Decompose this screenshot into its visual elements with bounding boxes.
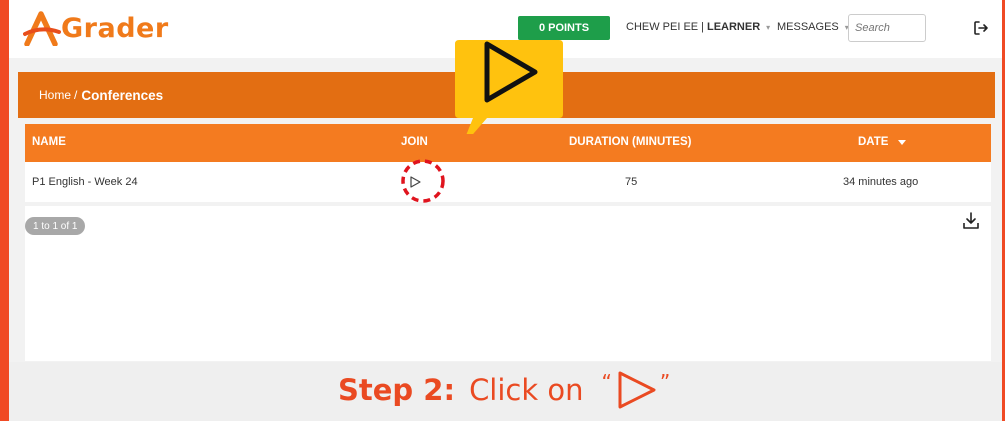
pagination-summary: 1 to 1 of 1 <box>25 217 86 235</box>
user-role: LEARNER <box>706 21 761 33</box>
open-quote: “ <box>601 370 612 394</box>
close-quote: ” <box>659 370 671 394</box>
conference-duration: 75 <box>625 176 638 188</box>
breadcrumb-separator: / <box>74 88 78 102</box>
user-separator: | <box>701 21 704 33</box>
search-input[interactable] <box>848 14 926 42</box>
play-icon <box>618 371 656 409</box>
conferences-table: NAME JOIN DURATION (MINUTES) DATE P1 Eng… <box>25 124 991 203</box>
tutorial-step-caption: Step 2: Click on “ ” <box>9 362 1002 421</box>
user-menu[interactable]: CHEW PEI EE | LEARNER ▾ <box>626 21 770 33</box>
user-name: CHEW PEI EE <box>626 21 699 33</box>
chevron-down-icon: ▾ <box>766 22 771 32</box>
content-area <box>25 206 991 361</box>
play-icon <box>410 176 421 188</box>
table-row: P1 English - Week 24 75 34 minutes ago <box>25 159 991 203</box>
column-header-name[interactable]: NAME <box>32 136 66 148</box>
conference-date: 34 minutes ago <box>843 176 919 188</box>
breadcrumb-current: Conferences <box>81 87 164 103</box>
conference-name: P1 English - Week 24 <box>32 176 138 188</box>
messages-menu[interactable]: MESSAGES ▾ <box>777 21 849 33</box>
join-conference-button[interactable] <box>403 170 427 194</box>
column-header-date[interactable]: DATE <box>858 136 907 148</box>
step-label: Step 2: <box>338 373 456 407</box>
logout-icon[interactable] <box>973 20 989 36</box>
callout-play-icon <box>455 40 563 134</box>
column-header-duration[interactable]: DURATION (MINUTES) <box>569 136 691 148</box>
column-header-date-label: DATE <box>858 136 889 148</box>
messages-label: MESSAGES <box>777 21 839 33</box>
logo-a-icon <box>23 11 61 46</box>
step-instruction: Click on <box>469 373 584 407</box>
logo-text: Grader <box>61 12 169 44</box>
breadcrumb-home-link[interactable]: Home <box>39 88 71 102</box>
app-frame: Grader 0 POINTS CHEW PEI EE | LEARNER ▾ … <box>9 0 1002 421</box>
column-header-join: JOIN <box>401 136 428 148</box>
sort-desc-icon <box>898 139 907 145</box>
app-logo[interactable]: Grader <box>23 8 169 48</box>
download-icon[interactable] <box>961 211 981 231</box>
